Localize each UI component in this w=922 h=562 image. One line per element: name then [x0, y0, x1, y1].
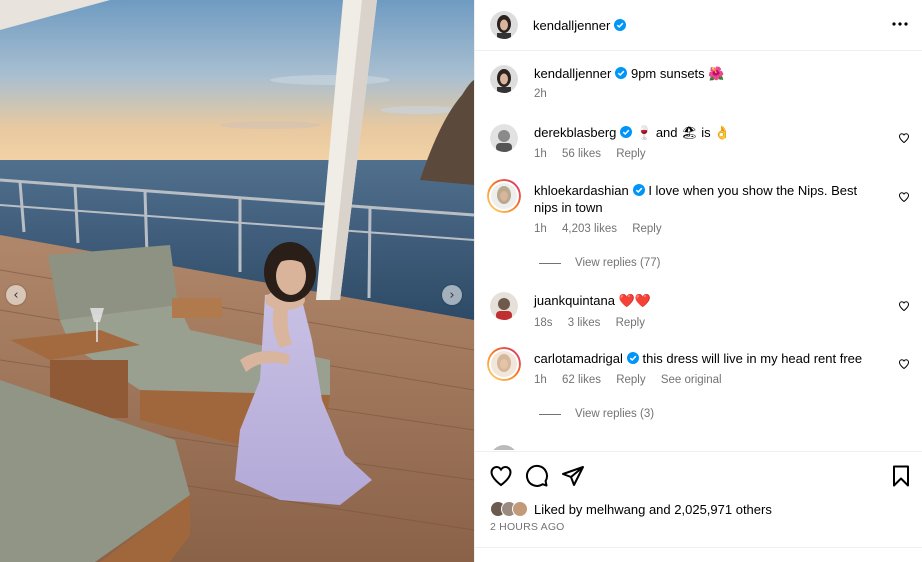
comment-item: derekblasberg 🍷 and 🏖 is 👌 1h 56 likes R…	[490, 124, 910, 164]
liked-by-and: and	[648, 501, 671, 517]
author-avatar[interactable]	[490, 11, 518, 39]
heart-outline-icon[interactable]	[898, 132, 910, 144]
comment-time: 1h	[534, 148, 547, 160]
commenter-avatar[interactable]	[490, 124, 518, 152]
caption: kendalljenner 9pm sunsets 🌺 2h	[490, 65, 910, 105]
comment-time: 18s	[534, 317, 553, 329]
comment-item: carlotamadrigal this dress will live in …	[487, 347, 910, 430]
paper-plane-icon[interactable]	[561, 464, 585, 488]
comment-time: 1h	[534, 374, 547, 386]
comment-item: khloekardashian I love when you show the…	[487, 179, 910, 272]
liked-by-user[interactable]: melhwang	[586, 502, 645, 517]
reply-button[interactable]: Reply	[632, 223, 661, 235]
next-image-button[interactable]: ›	[442, 285, 462, 305]
reply-button[interactable]: Reply	[616, 317, 645, 329]
caption-avatar[interactable]	[490, 65, 518, 93]
commenter-avatar[interactable]	[487, 347, 521, 381]
comment-text: 🍷 and 🏖 is 👌	[636, 125, 731, 140]
post-image[interactable]: ‹ ›	[0, 0, 474, 562]
commenter-username[interactable]: khloekardashian	[534, 183, 629, 198]
yacht-sunset-photo	[0, 0, 474, 562]
comment-likes[interactable]: 3 likes	[568, 317, 601, 329]
commenter-avatar[interactable]	[487, 179, 521, 213]
previous-image-button[interactable]: ‹	[6, 285, 26, 305]
liked-by-others[interactable]: 2,025,971 others	[674, 502, 772, 517]
liked-by-prefix: Liked by	[534, 501, 583, 517]
caption-text: 9pm sunsets 🌺	[630, 66, 725, 81]
reply-button[interactable]: Reply	[616, 148, 645, 160]
commenter-username[interactable]: derekblasberg	[534, 125, 616, 140]
comment-likes[interactable]: 4,203 likes	[562, 223, 617, 235]
comment-text: ❤️❤️	[618, 293, 651, 308]
reply-button[interactable]: Reply	[616, 374, 645, 386]
divider	[475, 547, 922, 548]
partial-comment-item	[490, 443, 910, 450]
author-username[interactable]: kendalljenner	[533, 18, 610, 33]
more-horizontal-icon[interactable]	[891, 15, 909, 33]
comment-likes[interactable]: 56 likes	[562, 148, 601, 160]
view-replies-button[interactable]: View replies (77)	[539, 257, 660, 269]
verified-badge-icon	[615, 67, 628, 79]
caption-username[interactable]: kendalljenner	[534, 66, 611, 81]
caption-time: 2h	[534, 88, 547, 100]
post-actions: Liked by melhwang and 2,025,971 others 2…	[475, 451, 922, 562]
verified-badge-icon	[620, 126, 633, 138]
see-original-button[interactable]: See original	[661, 374, 722, 386]
view-replies-button[interactable]: View replies (3)	[539, 408, 654, 420]
heart-outline-icon[interactable]	[489, 464, 513, 488]
heart-outline-icon[interactable]	[898, 191, 910, 203]
heart-outline-icon[interactable]	[898, 358, 910, 370]
comment-bubble-icon[interactable]	[525, 464, 549, 488]
post-sidebar: kendalljenner kendalljenner 9pm sunsets …	[474, 0, 922, 562]
verified-badge-icon	[626, 352, 639, 364]
verified-badge-icon	[632, 184, 645, 196]
commenter-username[interactable]: carlotamadrigal	[534, 351, 623, 366]
bookmark-icon[interactable]	[889, 464, 913, 488]
liker-avatar	[512, 501, 528, 517]
post-timestamp[interactable]: 2 HOURS AGO	[490, 521, 565, 533]
comment-item: juankquintana ❤️❤️ 18s 3 likes Reply	[490, 292, 910, 332]
comment-text: this dress will live in my head rent fre…	[642, 351, 863, 366]
comment-time: 1h	[534, 223, 547, 235]
commenter-username[interactable]: juankquintana	[534, 293, 615, 308]
likes-summary: Liked by melhwang and 2,025,971 others	[490, 501, 772, 517]
verified-badge-icon	[614, 19, 627, 31]
commenter-avatar[interactable]	[490, 292, 518, 320]
comment-likes[interactable]: 62 likes	[562, 374, 601, 386]
heart-outline-icon[interactable]	[898, 300, 910, 312]
post-header: kendalljenner	[475, 0, 922, 51]
comments-list: kendalljenner 9pm sunsets 🌺 2h derekblas…	[475, 51, 922, 450]
